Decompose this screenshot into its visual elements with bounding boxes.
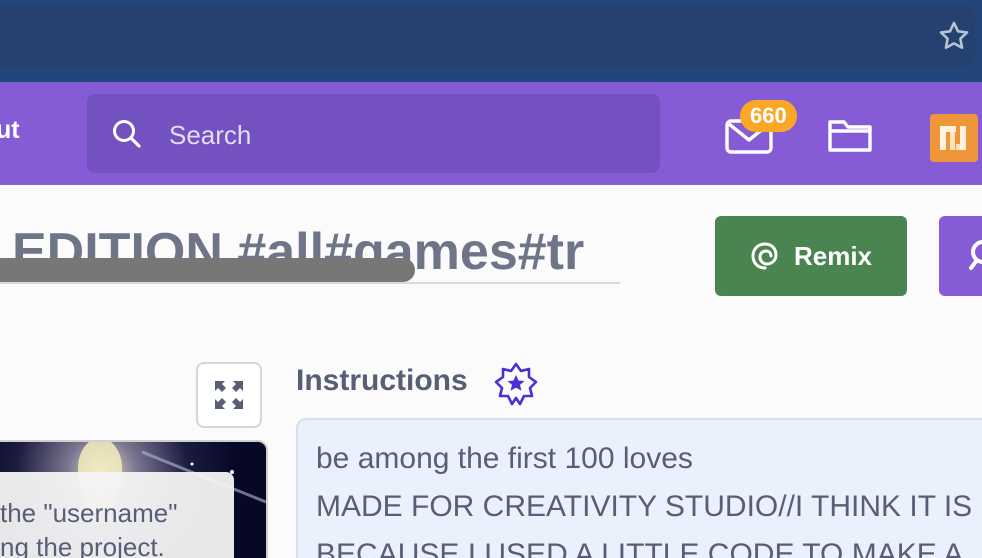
see-inside-icon — [969, 240, 982, 270]
bookmark-star-button[interactable] — [934, 16, 974, 56]
site-nav-bar: ut 660 — [0, 82, 982, 185]
stage-caption-line: the "username" — [0, 498, 178, 528]
remix-label: Remix — [793, 240, 873, 271]
fullscreen-button[interactable] — [196, 362, 262, 428]
title-scrollbar[interactable] — [0, 258, 415, 282]
instructions-line: MADE FOR CREATIVITY STUDIO//I THINK IT I… — [316, 490, 973, 523]
see-inside-button[interactable] — [939, 216, 982, 296]
user-avatar[interactable] — [930, 114, 978, 162]
stage-caption-line: ng the project. — [0, 532, 165, 558]
page-root: ut 660 EDITI — [0, 0, 982, 558]
message-count-badge: 660 — [740, 100, 797, 132]
featured-star-badge-icon — [494, 362, 538, 406]
stage-caption: the "username" ng the project. — [0, 496, 230, 558]
search-icon — [113, 120, 141, 148]
remix-icon — [751, 242, 778, 270]
star-outline-icon — [939, 21, 969, 50]
title-underline — [0, 282, 620, 284]
instructions-line: be among the first 100 loves — [316, 442, 693, 475]
remix-button[interactable]: Remix — [715, 216, 907, 296]
avatar-image — [940, 126, 966, 150]
instructions-heading: Instructions — [296, 364, 468, 397]
browser-toolbar — [0, 0, 982, 82]
search-input[interactable] — [167, 114, 641, 156]
search-box[interactable] — [87, 94, 660, 173]
project-title-field[interactable]: EDITION #all#games#tr — [0, 216, 620, 286]
nav-about-link[interactable]: ut — [0, 116, 20, 145]
fullscreen-icon — [215, 381, 243, 409]
address-bar[interactable] — [0, 4, 975, 68]
instructions-line: BECAUSE I USED A LITTLE CODE TO MAKE A — [316, 538, 964, 558]
folder-icon[interactable] — [826, 114, 874, 154]
instructions-box: be among the first 100 loves MADE FOR CR… — [296, 418, 982, 558]
